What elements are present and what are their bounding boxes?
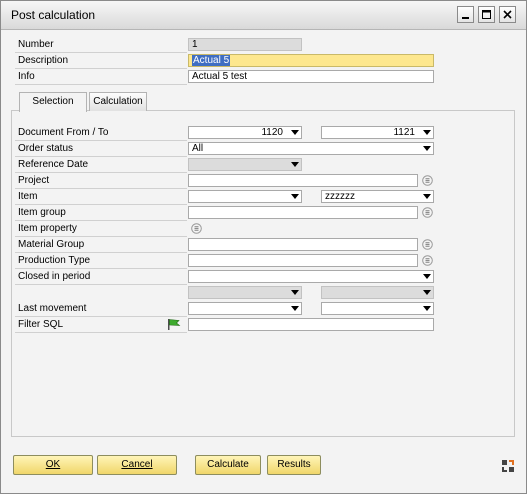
item-group-input[interactable] xyxy=(188,206,418,219)
filter-sql-input[interactable] xyxy=(188,318,434,331)
project-input[interactable] xyxy=(188,174,418,187)
last-movement-label: Last movement xyxy=(18,303,87,314)
chevron-down-icon xyxy=(423,306,431,311)
item-label: Item xyxy=(18,191,38,202)
maximize-icon[interactable] xyxy=(478,6,495,23)
list-icon[interactable] xyxy=(422,255,433,266)
divider xyxy=(15,332,187,333)
production-type-label: Production Type xyxy=(18,255,91,266)
chevron-down-icon xyxy=(291,194,299,199)
description-label: Description xyxy=(18,55,69,66)
filter-sql-label: Filter SQL xyxy=(18,319,64,330)
calculate-button[interactable]: Calculate xyxy=(195,455,261,475)
number-label: Number xyxy=(18,39,54,50)
closed-in-period-select[interactable] xyxy=(188,270,434,283)
last-movement-to-select[interactable] xyxy=(321,302,434,315)
resize-icon[interactable] xyxy=(501,459,515,473)
description-value: Actual 5 xyxy=(192,55,231,66)
divider xyxy=(15,68,187,69)
order-status-value: All xyxy=(192,143,204,154)
divider xyxy=(15,220,187,221)
period-from-select[interactable] xyxy=(188,286,302,299)
period-to-select[interactable] xyxy=(321,286,434,299)
divider xyxy=(15,268,187,269)
item-group-label: Item group xyxy=(18,207,66,218)
tab-selection[interactable]: Selection xyxy=(19,92,87,112)
window-title: Post calculation xyxy=(11,8,96,22)
item-to-select[interactable]: zzzzzz xyxy=(321,190,434,203)
divider xyxy=(15,84,187,85)
project-label: Project xyxy=(18,175,50,186)
description-input[interactable]: Actual 5 xyxy=(188,54,434,67)
divider xyxy=(15,52,187,53)
production-type-input[interactable] xyxy=(188,254,418,267)
list-icon[interactable] xyxy=(422,207,433,218)
close-icon[interactable] xyxy=(499,6,516,23)
chevron-down-icon xyxy=(291,162,299,167)
reference-date-label: Reference Date xyxy=(18,159,89,170)
chevron-down-icon xyxy=(423,290,431,295)
order-status-select[interactable]: All xyxy=(188,142,434,155)
list-icon[interactable] xyxy=(422,175,433,186)
divider xyxy=(15,156,187,157)
chevron-down-icon xyxy=(423,274,431,279)
results-button[interactable]: Results xyxy=(267,455,321,475)
order-status-label: Order status xyxy=(18,143,74,154)
list-icon[interactable] xyxy=(422,239,433,250)
divider xyxy=(15,140,187,141)
item-to-value: zzzzzz xyxy=(325,191,355,202)
list-icon[interactable] xyxy=(191,223,202,234)
chevron-down-icon xyxy=(291,290,299,295)
document-from-value: 1120 xyxy=(261,127,283,138)
chevron-down-icon xyxy=(423,146,431,151)
divider xyxy=(15,204,187,205)
info-input[interactable]: Actual 5 test xyxy=(188,70,434,83)
divider xyxy=(15,236,187,237)
flag-icon[interactable] xyxy=(167,318,181,331)
minimize-icon[interactable] xyxy=(457,6,474,23)
divider xyxy=(15,284,187,285)
closed-in-period-label: Closed in period xyxy=(18,271,91,282)
divider xyxy=(15,252,187,253)
chevron-down-icon xyxy=(423,130,431,135)
document-to-value: 1121 xyxy=(393,127,415,138)
divider xyxy=(15,316,187,317)
reference-date-select[interactable] xyxy=(188,158,302,171)
item-from-select[interactable] xyxy=(188,190,302,203)
divider xyxy=(15,172,187,173)
chevron-down-icon xyxy=(291,130,299,135)
ok-label: OK xyxy=(45,459,61,470)
ok-button[interactable]: OK xyxy=(13,455,93,475)
material-group-input[interactable] xyxy=(188,238,418,251)
document-from-to-label: Document From / To xyxy=(18,127,109,138)
item-property-label: Item property xyxy=(18,223,77,234)
tab-calculation[interactable]: Calculation xyxy=(89,92,147,111)
cancel-label: Cancel xyxy=(121,459,153,470)
document-from-select[interactable]: 1120 xyxy=(188,126,302,139)
number-field: 1 xyxy=(188,38,302,51)
chevron-down-icon xyxy=(423,194,431,199)
cancel-button[interactable]: Cancel xyxy=(97,455,177,475)
title-bar: Post calculation xyxy=(1,1,526,30)
info-label: Info xyxy=(18,71,35,82)
divider xyxy=(15,188,187,189)
material-group-label: Material Group xyxy=(18,239,85,250)
document-to-select[interactable]: 1121 xyxy=(321,126,434,139)
last-movement-from-select[interactable] xyxy=(188,302,302,315)
post-calculation-window: Post calculation Number 1 Description Ac… xyxy=(0,0,527,494)
chevron-down-icon xyxy=(291,306,299,311)
